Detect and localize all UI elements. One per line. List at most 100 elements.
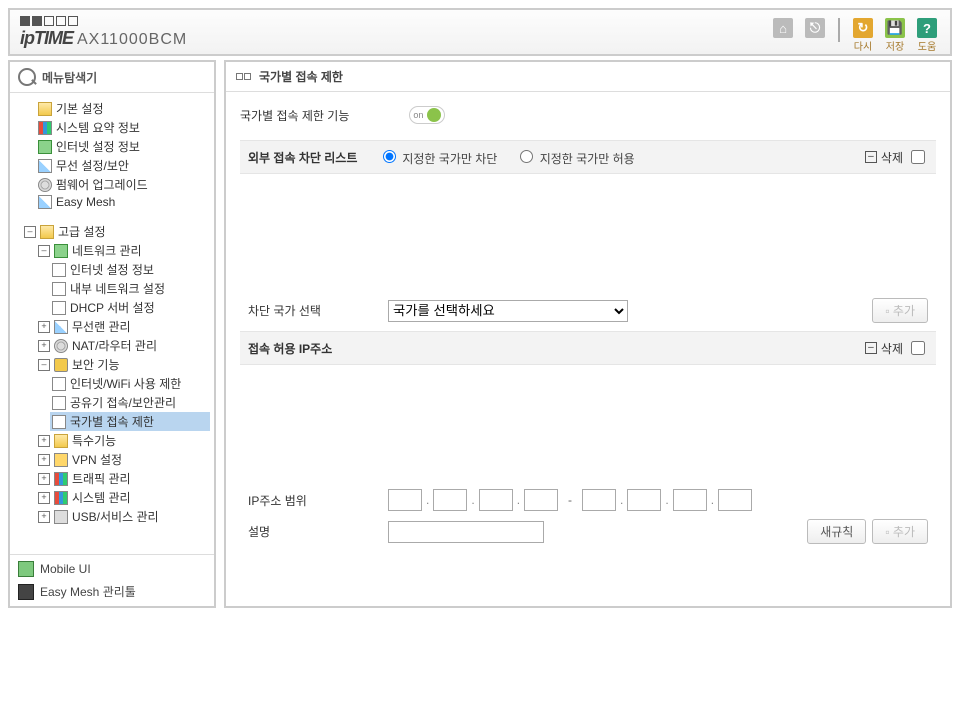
tree-item[interactable]: 공유기 접속/보안관리: [50, 393, 210, 412]
wireless-icon: [54, 320, 68, 334]
tree-item-wireless[interactable]: +무선랜 관리: [36, 317, 210, 336]
feature-toggle[interactable]: on: [409, 106, 445, 124]
save-button[interactable]: 💾저장: [882, 18, 908, 53]
special-icon: [54, 434, 68, 448]
mobile-ui-link[interactable]: Mobile UI: [18, 561, 206, 577]
ip-end-1[interactable]: [582, 489, 616, 511]
save-icon: 💾: [885, 18, 905, 38]
collapse-icon[interactable]: –: [24, 226, 36, 238]
delete-icon: –: [865, 151, 877, 163]
wireless-icon: [38, 159, 52, 173]
tree-item-network[interactable]: –네트워크 관리: [36, 241, 210, 260]
tree-item[interactable]: DHCP 서버 설정: [50, 298, 210, 317]
new-rule-button[interactable]: 새규칙: [807, 519, 866, 544]
add-country-button[interactable]: ▫ 추가: [872, 298, 928, 323]
allow-list-header: 접속 허용 IP주소 – 삭제: [240, 331, 936, 365]
separator: [838, 18, 840, 42]
expand-icon[interactable]: +: [38, 511, 50, 523]
expand-icon[interactable]: +: [38, 492, 50, 504]
allow-delete-checkbox[interactable]: [911, 341, 925, 355]
traffic-icon: [54, 472, 68, 486]
expand-icon[interactable]: +: [38, 473, 50, 485]
tree-item-advanced[interactable]: –고급 설정: [22, 222, 210, 241]
country-select[interactable]: 국가를 선택하세요: [388, 300, 628, 322]
nat-icon: [54, 339, 68, 353]
help-button[interactable]: ?도움: [914, 18, 940, 53]
plus-icon: ▫: [885, 525, 893, 539]
top-bar: ipTIME AX11000BCM ⌂ ⎋ ↻다시 💾저장 ?도움: [8, 8, 952, 56]
description-input[interactable]: [388, 521, 544, 543]
toggle-state-label: on: [413, 110, 423, 120]
tree-item[interactable]: 펌웨어 업그레이드: [36, 175, 210, 194]
collapse-icon[interactable]: –: [38, 359, 50, 371]
brand-model: AX11000BCM: [77, 31, 187, 49]
page-icon: [52, 263, 66, 277]
tree-item[interactable]: 인터넷 설정 정보: [50, 260, 210, 279]
expand-icon[interactable]: +: [38, 340, 50, 352]
description-label: 설명: [248, 523, 378, 540]
radio-allow-only-input[interactable]: [520, 150, 533, 163]
page-icon: [52, 377, 66, 391]
block-list-header: 외부 접속 차단 리스트 지정한 국가만 차단 지정한 국가만 허용 – 삭제: [240, 140, 936, 174]
refresh-button[interactable]: ↻다시: [850, 18, 876, 53]
tree-item[interactable]: Easy Mesh: [36, 194, 210, 210]
allow-list-area: [240, 365, 936, 485]
folder-icon: [40, 225, 54, 239]
nav-tree: 기본 설정 시스템 요약 정보 인터넷 설정 정보 무선 설정/보안 펌웨어 업…: [10, 93, 214, 554]
sidebar-header: 메뉴탐색기: [10, 62, 214, 93]
tree-item-traffic[interactable]: +트래픽 관리: [36, 469, 210, 488]
tree-item[interactable]: 내부 네트워크 설정: [50, 279, 210, 298]
ip-range-inputs: . . . - . . .: [388, 489, 752, 511]
radio-block-only-input[interactable]: [383, 150, 396, 163]
collapse-icon[interactable]: –: [38, 245, 50, 257]
ip-end-4[interactable]: [718, 489, 752, 511]
feature-label: 국가별 접속 제한 기능: [240, 107, 349, 124]
ip-start-2[interactable]: [433, 489, 467, 511]
block-list-area: [240, 174, 936, 294]
page-icon: [52, 282, 66, 296]
toggle-knob: [427, 108, 441, 122]
system-icon: [54, 491, 68, 505]
tree-item[interactable]: 시스템 요약 정보: [36, 118, 210, 137]
expand-icon[interactable]: +: [38, 435, 50, 447]
radio-allow-only[interactable]: 지정한 국가만 허용: [515, 147, 634, 167]
tree-item-usb[interactable]: +USB/서비스 관리: [36, 507, 210, 526]
vpn-icon: [54, 453, 68, 467]
tree-item[interactable]: 인터넷/WiFi 사용 제한: [50, 374, 210, 393]
network-icon: [54, 244, 68, 258]
ip-end-3[interactable]: [673, 489, 707, 511]
tree-item[interactable]: 인터넷 설정 정보: [36, 137, 210, 156]
radio-block-only[interactable]: 지정한 국가만 차단: [378, 147, 497, 167]
expand-icon[interactable]: +: [38, 321, 50, 333]
logout-icon: ⎋: [805, 18, 825, 38]
folder-icon: [38, 102, 52, 116]
internet-icon: [38, 140, 52, 154]
block-delete-checkbox[interactable]: [911, 150, 925, 164]
tree-item-special[interactable]: +특수기능: [36, 431, 210, 450]
window-icon: [236, 73, 251, 80]
logout-button[interactable]: ⎋: [802, 18, 828, 38]
tree-item-system[interactable]: +시스템 관리: [36, 488, 210, 507]
sidebar-title: 메뉴탐색기: [42, 69, 97, 86]
tree-item-security[interactable]: –보안 기능: [36, 355, 210, 374]
home-button[interactable]: ⌂: [770, 18, 796, 38]
delete-label: 삭제: [881, 340, 903, 357]
tree-item-basic[interactable]: 기본 설정: [22, 99, 210, 118]
ip-end-2[interactable]: [627, 489, 661, 511]
add-rule-button[interactable]: ▫ 추가: [872, 519, 928, 544]
ip-start-4[interactable]: [524, 489, 558, 511]
tree-item-vpn[interactable]: +VPN 설정: [36, 450, 210, 469]
page-icon: [52, 415, 66, 429]
country-select-label: 차단 국가 선택: [248, 302, 378, 319]
tree-item[interactable]: 무선 설정/보안: [36, 156, 210, 175]
page-icon: [52, 396, 66, 410]
ip-start-1[interactable]: [388, 489, 422, 511]
tree-item-country-restrict[interactable]: 국가별 접속 제한: [50, 412, 210, 431]
ip-start-3[interactable]: [479, 489, 513, 511]
refresh-icon: ↻: [853, 18, 873, 38]
expand-icon[interactable]: +: [38, 454, 50, 466]
tree-item-nat[interactable]: +NAT/라우터 관리: [36, 336, 210, 355]
block-list-title: 외부 접속 차단 리스트: [248, 149, 378, 166]
easy-mesh-link[interactable]: Easy Mesh 관리툴: [18, 583, 206, 600]
sidebar: 메뉴탐색기 기본 설정 시스템 요약 정보 인터넷 설정 정보 무선 설정/보안…: [8, 60, 216, 608]
